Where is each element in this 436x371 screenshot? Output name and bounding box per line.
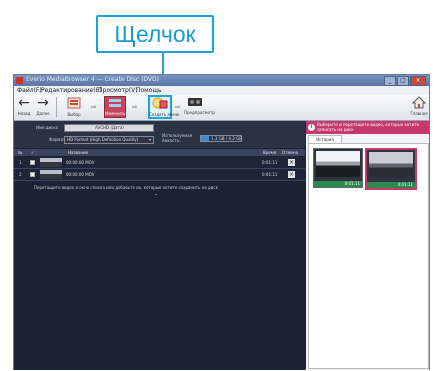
delete-icon[interactable]: × [288, 171, 295, 178]
format-value: HD Format (High Definition Quality) [67, 137, 139, 142]
create-menu-icon [152, 97, 168, 109]
close-button[interactable]: × [410, 76, 426, 86]
create-menu-label: Создать меню [149, 112, 180, 117]
toolbar-button-preview[interactable]: Предпросмотр [184, 96, 215, 115]
toolbar: ← Назад → Далее Выбор ⇨ Изменить ⇨ Созда… [14, 95, 429, 121]
disc-name-field[interactable]: AVCHD (Дата) [64, 124, 154, 132]
back-label: Назад [17, 111, 31, 116]
app-icon [16, 77, 23, 84]
col-check[interactable]: ✓ [31, 150, 34, 155]
edit-label: Изменить [105, 111, 126, 116]
window-title: Everio MediaBrowser 4 — Create Disc (DVD… [26, 76, 160, 83]
clip-time: 0:01:11 [367, 182, 415, 188]
row-checkbox[interactable] [30, 160, 35, 165]
clip-thumbnail[interactable]: 0:01:11 [313, 148, 363, 188]
disc-info: Имя диска AVCHD (Дата) Формат HD Format … [14, 121, 305, 148]
table-header: № ✓ Название Время Отмена [14, 149, 305, 156]
chevron-down-icon: ⌄ [154, 191, 159, 197]
home-button[interactable]: Главная [410, 96, 428, 116]
clip-thumbnail[interactable]: 0:01:11 [365, 148, 417, 190]
menu-edit[interactable]: Редактирование(E) [41, 87, 102, 94]
toolbar-button-select[interactable]: Выбор [64, 96, 84, 117]
tip-bar: i Выберите и перетащите видео, которые х… [306, 121, 429, 134]
menu-file[interactable]: Файл(F) [17, 87, 42, 94]
app-window: Everio MediaBrowser 4 — Create Disc (DVD… [13, 74, 430, 370]
info-icon: i [308, 124, 315, 131]
back-button[interactable]: ← Назад [17, 96, 31, 116]
clip-list-panel: Имя диска AVCHD (Дата) Формат HD Format … [14, 121, 305, 370]
forward-button[interactable]: → Далее [36, 96, 50, 116]
col-num: № [18, 150, 23, 155]
disc-name-label: Имя диска [36, 125, 59, 130]
callout-label: Щелчок [96, 15, 214, 53]
clip-browser: 0:01:11 0:01:11 [308, 143, 429, 369]
tip-text: Выберите и перетащите видео, которые хот… [317, 122, 419, 132]
arrow-left-icon: ← [18, 95, 30, 111]
table-row[interactable]: 1 00:00:00 MOV 0:01:11 × [14, 157, 305, 169]
home-label: Главная [410, 111, 428, 116]
step-arrow-icon: ⇨ [132, 103, 138, 111]
clip-image [316, 151, 360, 177]
clip-image [369, 152, 413, 178]
maximize-button[interactable]: □ [397, 76, 409, 86]
disc-name-value: AVCHD (Дата) [95, 125, 124, 130]
clip-time: 0:01:11 [314, 181, 362, 187]
capacity-value: 1.3 GB / 4.3 GB [211, 136, 242, 141]
chevron-down-icon: ▾ [148, 137, 151, 142]
row-checkbox[interactable] [30, 172, 35, 177]
window-controls: _ □ × [384, 76, 426, 86]
menu-bar: Файл(F) Редактирование(E) Просмотр(V) По… [14, 86, 429, 95]
minimize-button[interactable]: _ [384, 76, 396, 86]
toolbar-button-edit[interactable]: Изменить [104, 96, 126, 118]
select-icon [67, 97, 81, 109]
home-icon [411, 96, 427, 109]
col-cancel: Отмена [282, 150, 299, 155]
menu-help[interactable]: Помощь [136, 87, 162, 94]
toolbar-button-create-menu[interactable]: Создать меню [149, 96, 180, 117]
row-name: 00:00:00 MOV [66, 172, 95, 177]
row-thumbnail [40, 158, 62, 167]
row-number: 2 [19, 172, 22, 177]
drop-hint: Перетащите видео в окно списка или добав… [34, 185, 218, 190]
preview-icon [188, 98, 202, 106]
select-label: Выбор [67, 112, 81, 117]
col-name: Название [68, 150, 89, 155]
capacity-bar: 1.3 GB / 4.3 GB [200, 135, 242, 142]
col-duration: Время [263, 150, 277, 155]
row-thumbnail [40, 170, 62, 179]
row-name: 00:00:00 MOV [66, 160, 95, 165]
table-row[interactable]: 2 00:00:00 MOV 0:01:11 × [14, 169, 305, 181]
capacity-label: Используемая ёмкость: [162, 133, 192, 143]
menu-view[interactable]: Просмотр(V) [98, 87, 138, 94]
step-arrow-icon: ⇨ [91, 103, 97, 111]
format-label: Формат [49, 137, 66, 142]
arrow-right-icon: → [37, 95, 49, 111]
edit-icon [109, 99, 121, 107]
forward-label: Далее [36, 111, 50, 116]
preview-label: Предпросмотр [184, 110, 215, 115]
side-panel: i Выберите и перетащите видео, которые х… [306, 121, 429, 370]
row-duration: 0:01:11 [262, 172, 278, 177]
row-number: 1 [19, 160, 22, 165]
format-select[interactable]: HD Format (High Definition Quality) ▾ [64, 136, 154, 144]
row-duration: 0:01:11 [262, 160, 278, 165]
toolbar-divider [56, 97, 57, 117]
delete-icon[interactable]: × [288, 159, 295, 166]
capacity-fill [201, 136, 209, 141]
step-arrow-icon: ⇨ [175, 103, 181, 111]
title-bar: Everio MediaBrowser 4 — Create Disc (DVD… [14, 75, 429, 86]
